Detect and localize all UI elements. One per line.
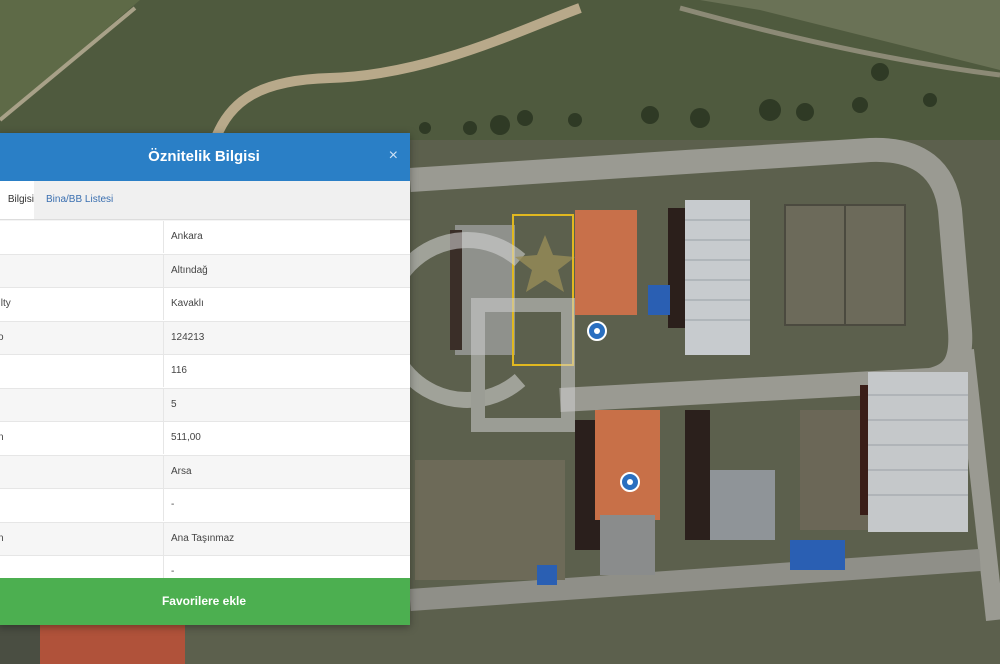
tab-info[interactable]: Bilgisi bbox=[0, 181, 34, 219]
attribute-value: 124213 bbox=[163, 321, 204, 354]
attribute-value: 116 bbox=[163, 355, 187, 387]
attribute-value: - bbox=[163, 489, 174, 521]
attribute-value: Ankara bbox=[163, 221, 203, 253]
tab-building-list[interactable]: Bina/BB Listesi bbox=[46, 181, 113, 219]
panel-header: Öznitelik Bilgisi × bbox=[0, 133, 410, 181]
panel-title: Öznitelik Bilgisi bbox=[148, 148, 260, 165]
attribute-value: Altındağ bbox=[163, 254, 208, 287]
table-row: n 511,00 bbox=[0, 422, 410, 456]
table-row: - bbox=[0, 489, 410, 523]
table-row: 116 bbox=[0, 355, 410, 389]
attribute-key bbox=[0, 389, 158, 421]
table-row: n Ana Taşınmaz bbox=[0, 522, 410, 556]
table-row: ılty Kavaklı bbox=[0, 288, 410, 322]
table-row: Arsa bbox=[0, 455, 410, 489]
attribute-key: n bbox=[0, 532, 4, 544]
attribute-key bbox=[0, 456, 158, 488]
table-row: Altındağ bbox=[0, 254, 410, 288]
attribute-value: Ana Taşınmaz bbox=[163, 522, 234, 555]
attribute-value: Kavaklı bbox=[163, 288, 204, 320]
close-icon[interactable]: × bbox=[389, 147, 398, 165]
attribute-key bbox=[0, 221, 158, 253]
attribute-key bbox=[0, 489, 158, 521]
attribute-info-panel: Öznitelik Bilgisi × Bilgisi Bina/BB List… bbox=[0, 133, 410, 625]
attribute-key: o bbox=[0, 331, 4, 343]
attribute-value: Arsa bbox=[163, 455, 192, 488]
table-row: Ankara bbox=[0, 221, 410, 255]
add-to-favorites-button[interactable]: Favorilere ekle bbox=[0, 578, 410, 625]
attribute-value: 511,00 bbox=[163, 422, 201, 454]
attribute-key: ılty bbox=[0, 298, 11, 309]
attribute-table: Ankara Altındağ ıltyKavaklı o124213 116 … bbox=[0, 221, 410, 590]
tab-bar: Bilgisi Bina/BB Listesi bbox=[0, 181, 410, 220]
attribute-value: 5 bbox=[163, 388, 177, 421]
table-row: o 124213 bbox=[0, 321, 410, 355]
attribute-key: n bbox=[0, 432, 4, 443]
table-row: 5 bbox=[0, 388, 410, 422]
attribute-key bbox=[0, 255, 158, 287]
attribute-key bbox=[0, 355, 158, 387]
